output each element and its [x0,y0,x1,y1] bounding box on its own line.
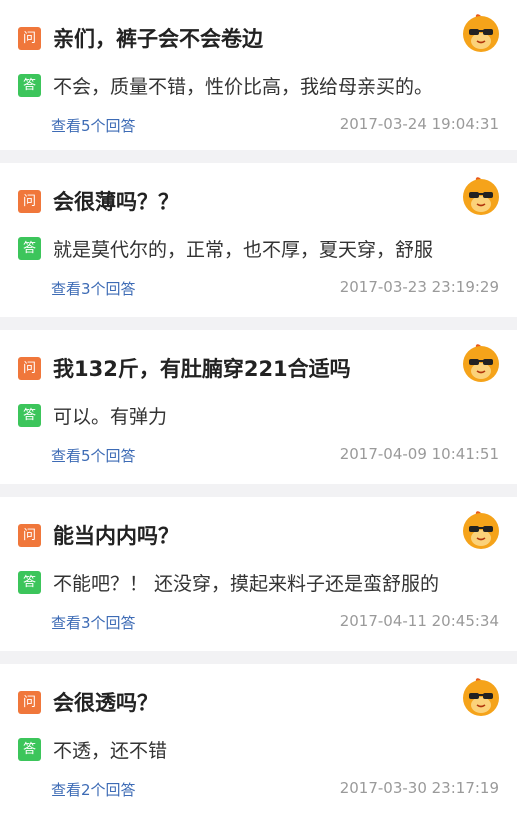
qa-card[interactable]: 问 会很透吗？ 答 不透，还不错 查看2个回答 2017-03-30 23:17… [0,664,517,818]
answer-row: 答 就是莫代尔的，正常，也不厚，夏天穿，舒服 [18,235,433,262]
sunglasses-mascot-icon [463,14,499,52]
question-row: 问 能当内内吗？ [18,520,179,550]
qa-list: 问 亲们，裤子会不会卷边 答 不会，质量不错，性价比高，我给母亲买的。 查看5个… [0,0,517,818]
answer-badge: 答 [18,738,41,761]
timestamp: 2017-03-24 19:04:31 [339,115,499,133]
view-answers-link[interactable]: 查看3个回答 [51,278,136,299]
answer-text: 不透，还不错 [53,740,168,762]
answer-badge: 答 [18,404,41,427]
answer-text: 可以。有弹力 [53,406,168,428]
timestamp: 2017-04-11 20:45:34 [339,612,499,630]
view-answers-link[interactable]: 查看5个回答 [51,115,136,136]
timestamp: 2017-03-30 23:17:19 [339,779,499,797]
qa-card[interactable]: 问 我132斤，有肚腩穿221合适吗 答 可以。有弹力 查看5个回答 2017-… [0,330,517,484]
answer-badge: 答 [18,237,41,260]
question-badge: 问 [18,189,41,213]
view-answers-link[interactable]: 查看2个回答 [51,779,136,800]
question-text: 能当内内吗？ [53,524,179,548]
question-text: 会很薄吗？？ [53,190,179,214]
answer-text: 就是莫代尔的，正常，也不厚，夏天穿，舒服 [53,239,434,261]
question-badge: 问 [18,26,41,50]
sunglasses-mascot-icon [463,344,499,382]
answer-row: 答 不透，还不错 [18,736,167,763]
question-badge: 问 [18,356,41,380]
question-badge: 问 [18,690,41,714]
sunglasses-mascot-icon [463,177,499,215]
answer-badge: 答 [18,74,41,97]
qa-card[interactable]: 问 会很薄吗？？ 答 就是莫代尔的，正常，也不厚，夏天穿，舒服 查看3个回答 2… [0,163,517,317]
question-text: 亲们，裤子会不会卷边 [53,27,263,51]
question-row: 问 我132斤，有肚腩穿221合适吗 [18,353,351,383]
answer-text: 不会，质量不错，性价比高，我给母亲买的。 [53,76,434,98]
view-answers-link[interactable]: 查看5个回答 [51,445,136,466]
view-answers-link[interactable]: 查看3个回答 [51,612,136,633]
question-row: 问 会很薄吗？？ [18,186,179,216]
question-text: 会很透吗？ [53,691,158,715]
answer-badge: 答 [18,571,41,594]
question-row: 问 亲们，裤子会不会卷边 [18,23,263,53]
answer-row: 答 不能吧？！ 还没穿，摸起来料子还是蛮舒服的 [18,569,439,596]
sunglasses-mascot-icon [463,511,499,549]
qa-card[interactable]: 问 亲们，裤子会不会卷边 答 不会，质量不错，性价比高，我给母亲买的。 查看5个… [0,0,517,150]
question-badge: 问 [18,523,41,547]
answer-row: 答 可以。有弹力 [18,402,167,429]
answer-text: 不能吧？！ 还没穿，摸起来料子还是蛮舒服的 [53,573,440,595]
question-row: 问 会很透吗？ [18,687,158,717]
timestamp: 2017-04-09 10:41:51 [339,445,499,463]
answer-row: 答 不会，质量不错，性价比高，我给母亲买的。 [18,72,433,99]
sunglasses-mascot-icon [463,678,499,716]
qa-card[interactable]: 问 能当内内吗？ 答 不能吧？！ 还没穿，摸起来料子还是蛮舒服的 查看3个回答 … [0,497,517,651]
timestamp: 2017-03-23 23:19:29 [339,278,499,296]
question-text: 我132斤，有肚腩穿221合适吗 [53,357,351,381]
